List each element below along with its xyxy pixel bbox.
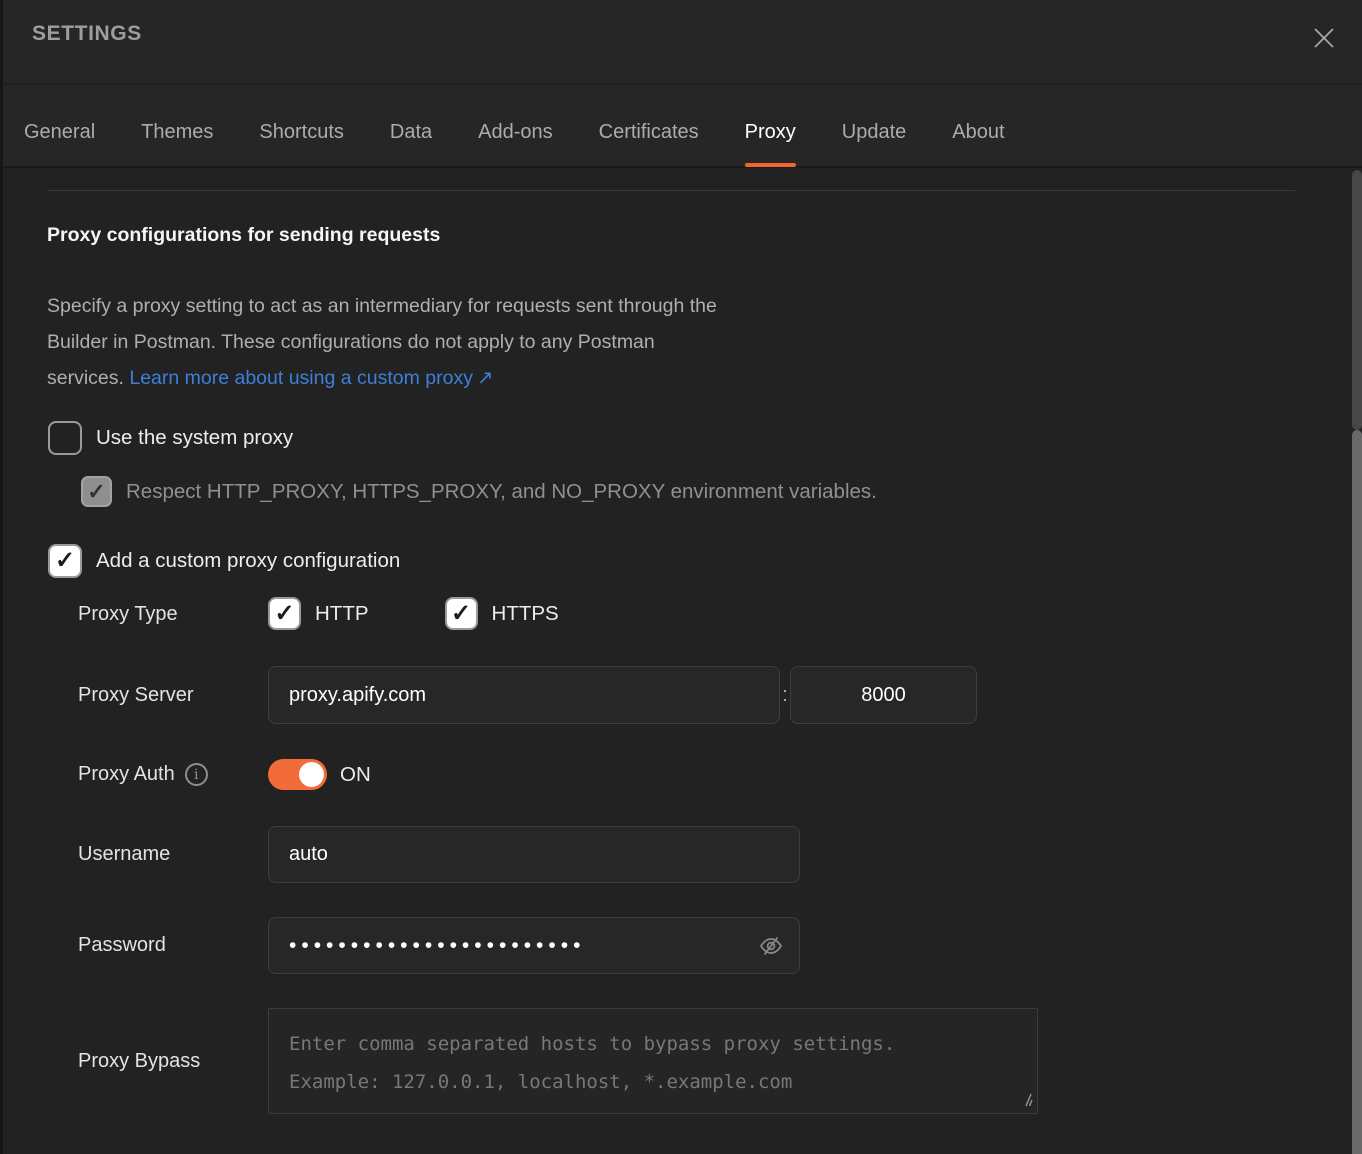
modal-header: SETTINGS [0,0,1362,84]
section-description: Specify a proxy setting to act as an int… [47,288,717,396]
tab-about-label: About [952,121,1004,144]
resize-handle[interactable] [1019,1093,1033,1107]
scrollbar-thumb[interactable] [1352,430,1362,1154]
close-icon [1311,25,1337,51]
tab-general-label: General [24,121,95,144]
username-row: Username [0,826,1362,883]
checkmark-icon: ✓ [274,602,294,626]
toggle-knob [299,762,324,787]
username-input[interactable] [268,826,800,883]
proxy-bypass-textarea[interactable] [268,1008,1038,1114]
proxy-type-options: ✓ HTTP ✓ HTTPS [268,597,559,630]
custom-proxy-checkbox[interactable]: ✓ [48,544,82,578]
content-top-divider [48,190,1295,191]
tab-data[interactable]: Data [390,99,432,167]
description-line-2: Builder in Postman. These configurations… [47,324,717,360]
description-line-3-prefix: services. [47,367,124,389]
https-label: HTTPS [492,602,559,626]
external-link-arrow-icon: ↗ [473,367,493,389]
proxy-server-label: Proxy Server [78,666,194,724]
tab-addons-label: Add-ons [478,121,553,144]
tab-certificates-label: Certificates [599,121,699,144]
section-heading: Proxy configurations for sending request… [47,224,440,247]
username-input-wrap [268,826,800,883]
proxy-auth-controls: ON [268,759,371,790]
system-proxy-row: Use the system proxy [48,421,293,455]
proxy-server-controls: : [268,666,977,724]
toggle-password-visibility-button[interactable] [756,931,786,961]
proxy-auth-toggle[interactable] [268,759,327,790]
learn-more-link[interactable]: Learn more about using a custom proxy [129,367,473,389]
tab-proxy-label: Proxy [745,121,796,144]
custom-proxy-row: ✓ Add a custom proxy configuration [48,544,400,578]
username-label: Username [78,826,170,883]
https-checkbox[interactable]: ✓ [445,597,478,630]
eye-off-icon [757,932,785,960]
proxy-server-row: Proxy Server : [0,666,1362,724]
proxy-type-label: Proxy Type [78,597,178,631]
tab-certificates[interactable]: Certificates [599,99,699,167]
tab-update[interactable]: Update [842,99,907,167]
tab-shortcuts-label: Shortcuts [259,121,343,144]
respect-env-checkbox: ✓ [81,476,112,507]
tab-themes[interactable]: Themes [141,99,213,167]
info-icon[interactable]: i [185,763,208,786]
proxy-auth-label-group: Proxy Auth i [78,759,208,790]
proxy-port-input[interactable] [790,666,977,724]
settings-tabbar: General Themes Shortcuts Data Add-ons Ce… [0,85,1362,168]
proxy-bypass-label: Proxy Bypass [78,1008,200,1114]
proxy-type-row: Proxy Type ✓ HTTP ✓ HTTPS [0,597,1362,631]
password-label: Password [78,917,166,974]
toggle-state-label: ON [340,763,371,787]
checkmark-icon: ✓ [87,481,105,503]
proxy-bypass-row: Proxy Bypass [0,1008,1362,1114]
system-proxy-checkbox[interactable] [48,421,82,455]
password-input[interactable] [268,917,800,974]
tab-proxy[interactable]: Proxy [745,99,796,167]
tab-update-label: Update [842,121,907,144]
custom-proxy-label: Add a custom proxy configuration [96,549,400,573]
respect-env-label: Respect HTTP_PROXY, HTTPS_PROXY, and NO_… [126,480,877,504]
host-port-separator: : [780,684,790,707]
checkmark-icon: ✓ [55,549,75,573]
system-proxy-label: Use the system proxy [96,426,293,450]
resize-grip-icon [1019,1093,1033,1107]
tab-general[interactable]: General [24,99,95,167]
proxy-host-input[interactable] [268,666,780,724]
http-label: HTTP [315,602,369,626]
http-checkbox[interactable]: ✓ [268,597,301,630]
description-line-1: Specify a proxy setting to act as an int… [47,288,717,324]
password-row: Password [0,917,1362,974]
tab-shortcuts[interactable]: Shortcuts [259,99,343,167]
tab-addons[interactable]: Add-ons [478,99,553,167]
active-tab-underline [745,163,796,167]
proxy-auth-label: Proxy Auth [78,763,175,786]
proxy-bypass-wrap [268,1008,1038,1114]
proxy-auth-row: Proxy Auth i ON [0,759,1362,790]
close-button[interactable] [1308,22,1340,54]
modal-left-edge [0,0,3,1154]
description-line-3: services. Learn more about using a custo… [47,360,717,396]
tab-about[interactable]: About [952,99,1004,167]
scrollbar-track-segment[interactable] [1352,170,1362,430]
checkmark-icon: ✓ [451,602,471,626]
password-input-wrap [268,917,800,974]
settings-modal: SETTINGS General Themes Shortcuts Data A… [0,0,1362,1154]
tab-data-label: Data [390,121,432,144]
respect-env-row: ✓ Respect HTTP_PROXY, HTTPS_PROXY, and N… [81,476,877,507]
modal-title: SETTINGS [32,22,142,46]
tab-themes-label: Themes [141,121,213,144]
